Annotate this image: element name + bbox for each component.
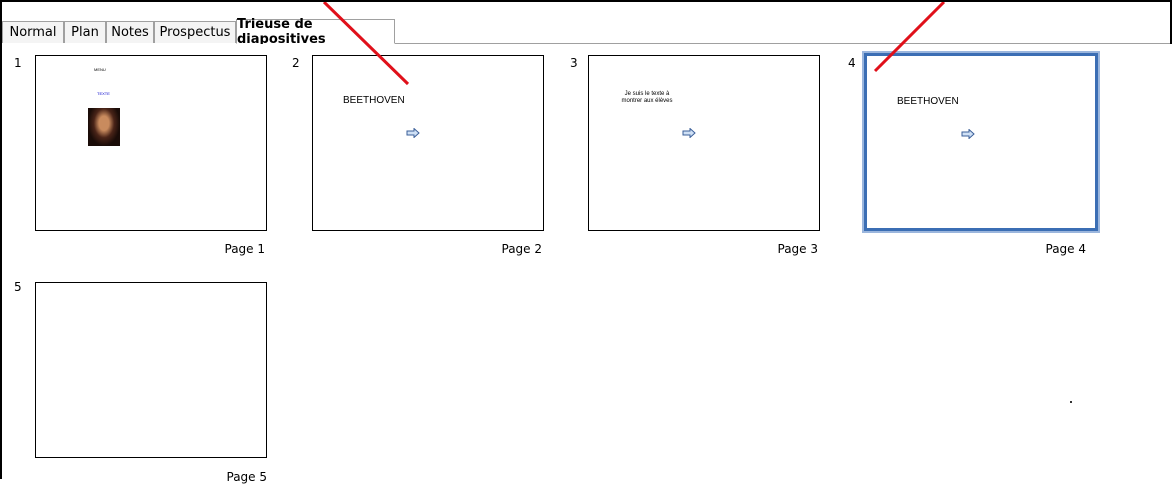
annotation-line-2 bbox=[873, 2, 946, 73]
slide-sorter-window: Normal Plan Notes Prospectus Trieuse de … bbox=[0, 0, 1172, 484]
annotation-line-1 bbox=[322, 2, 410, 86]
annotation-arrows bbox=[322, 2, 946, 86]
